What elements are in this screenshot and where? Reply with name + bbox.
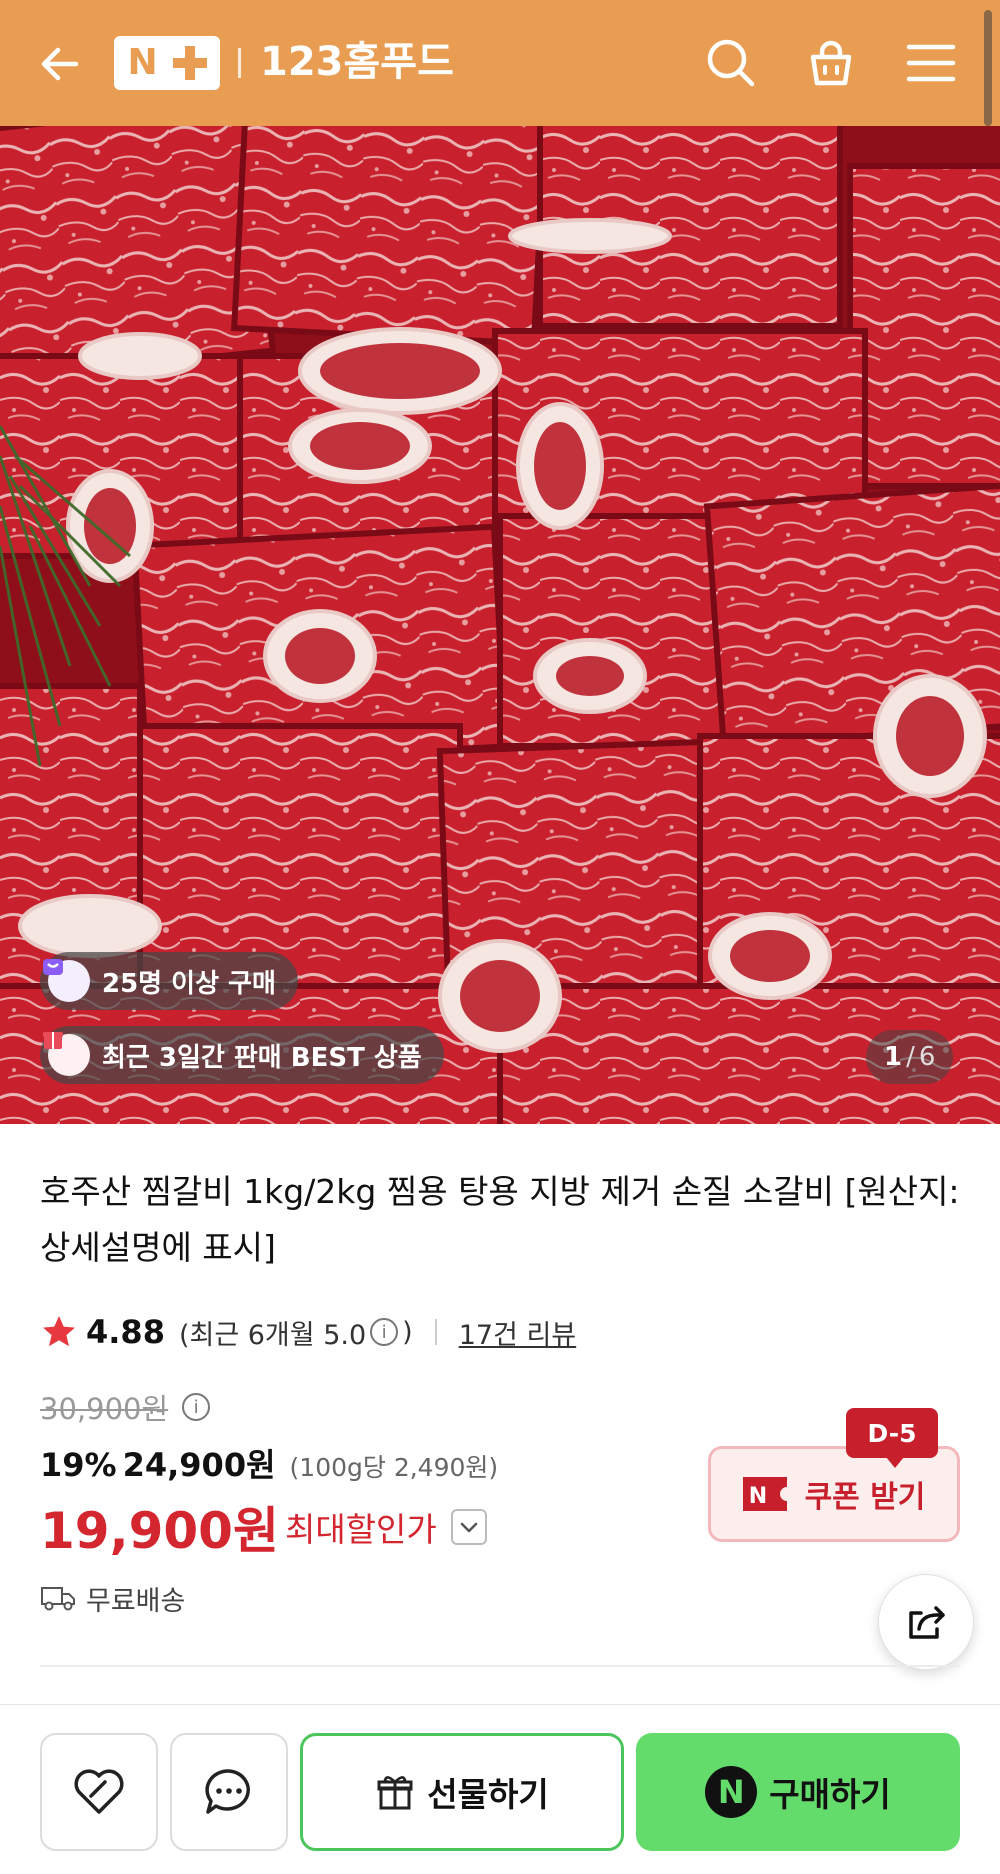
rating-row: 4.88 (최근 6개월 5.0 i ) 17건 리뷰 xyxy=(40,1308,576,1356)
rating-divider xyxy=(434,1319,437,1345)
share-button[interactable] xyxy=(878,1574,974,1670)
discount-detail-toggle[interactable] xyxy=(450,1509,487,1545)
menu-button[interactable] xyxy=(898,30,964,96)
purchase-bag-icon xyxy=(43,959,90,1002)
image-page-counter: 1 / 6 xyxy=(866,1030,954,1084)
recent-rating-text: (최근 6개월 5.0 xyxy=(178,1319,367,1351)
chat-bubble-icon xyxy=(205,1769,250,1814)
purchase-count-text: 25명 이상 구매 xyxy=(102,968,276,999)
unit-price: (100g당 2,490원) xyxy=(289,1453,499,1482)
back-arrow-icon xyxy=(41,47,79,81)
image-page-current: 1 xyxy=(884,1042,903,1072)
share-icon xyxy=(909,1606,945,1639)
chat-button[interactable] xyxy=(170,1733,288,1851)
plus-icon xyxy=(172,46,207,80)
naver-plus-logo[interactable]: N xyxy=(114,36,220,90)
shipping-text: 무료배송 xyxy=(86,1585,186,1617)
discount-rate: 19% xyxy=(40,1446,117,1484)
product-title: 호주산 찜갈비 1kg/2kg 찜용 탕용 지방 제거 손질 소갈비 [원산지:… xyxy=(40,1172,960,1267)
chevron-down-icon xyxy=(460,1522,478,1533)
gift-button[interactable]: 선물하기 xyxy=(300,1733,624,1851)
wishlist-button[interactable] xyxy=(40,1733,158,1851)
original-price: 30,900원 xyxy=(40,1392,169,1426)
buy-button[interactable]: N 구매하기 xyxy=(636,1733,960,1851)
page-scrollbar[interactable] xyxy=(984,10,992,126)
coupon-label: 쿠폰 받기 xyxy=(804,1480,926,1515)
review-count-link[interactable]: 17건 리뷰 xyxy=(459,1313,576,1352)
price-info-icon[interactable]: i xyxy=(182,1393,211,1421)
cart-button[interactable] xyxy=(798,30,864,96)
header-divider xyxy=(238,48,241,78)
back-button[interactable] xyxy=(30,34,90,94)
naver-coupon-icon: N xyxy=(742,1477,787,1511)
max-discount-price: 19,900원 xyxy=(40,1502,279,1560)
star-icon xyxy=(43,1316,75,1347)
gift-box-icon xyxy=(43,1032,90,1076)
product-image-carousel[interactable]: 25명 이상 구매 최근 3일간 판매 BEST 상품 1 / 6 xyxy=(0,126,1000,1124)
shipping-row: 무료배송 xyxy=(40,1576,185,1620)
search-button[interactable] xyxy=(698,30,764,96)
section-divider xyxy=(40,1665,960,1667)
best-seller-badge: 최근 3일간 판매 BEST 상품 xyxy=(40,1026,444,1084)
shop-name[interactable]: 123홈푸드 xyxy=(260,32,454,92)
original-price-row: 30,900원 i xyxy=(40,1385,214,1429)
top-header: N 123홈푸드 xyxy=(0,0,1000,126)
gift-label: 선물하기 xyxy=(427,1775,549,1814)
heart-icon xyxy=(74,1769,124,1814)
svg-text:N: N xyxy=(748,1484,766,1509)
shopping-bag-icon xyxy=(810,40,852,86)
hamburger-menu-icon xyxy=(906,44,956,82)
best-seller-text: 최근 3일간 판매 BEST 상품 xyxy=(102,1042,422,1073)
info-icon[interactable]: i xyxy=(370,1318,399,1346)
purchase-count-badge: 25명 이상 구매 xyxy=(40,952,298,1010)
rating-score: 4.88 xyxy=(86,1313,165,1351)
image-page-total: 6 xyxy=(918,1042,936,1072)
logo-letter: N xyxy=(127,42,158,83)
coupon-dday-badge: D-5 xyxy=(846,1408,938,1468)
gift-icon xyxy=(377,1776,413,1810)
max-discount-row: 19,900원 최대할인가 xyxy=(40,1494,487,1560)
image-page-separator: / xyxy=(906,1042,915,1072)
delivery-truck-icon xyxy=(41,1587,75,1611)
npay-icon: N xyxy=(705,1766,758,1818)
sale-price-row: 19% 24,900원 (100g당 2,490원) xyxy=(40,1440,498,1490)
buy-label: 구매하기 xyxy=(769,1775,891,1814)
max-discount-label: 최대할인가 xyxy=(284,1510,437,1549)
coupon-button[interactable]: N 쿠폰 받기 xyxy=(708,1446,960,1542)
sale-price: 24,900원 xyxy=(122,1446,276,1484)
recent-rating-close: ) xyxy=(402,1316,413,1348)
search-icon xyxy=(707,39,755,87)
bottom-action-bar: 선물하기 N 구매하기 xyxy=(0,1704,1000,1874)
